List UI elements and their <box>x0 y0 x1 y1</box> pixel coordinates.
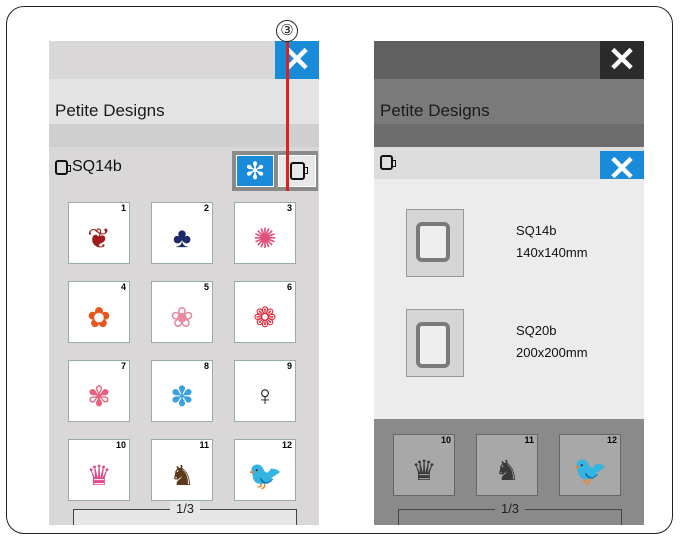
design-number: 8 <box>203 361 209 371</box>
design-icon: ♛ <box>86 459 112 491</box>
hoop-option-sq14b[interactable]: SQ14b 140x140mm <box>406 209 616 279</box>
separator-band <box>374 124 644 147</box>
design-icon: ✺ <box>253 222 277 254</box>
design-cell-1[interactable]: 1 ❦ <box>68 202 130 264</box>
design-number: 12 <box>281 440 292 450</box>
design-cell-10: 10 ♛ <box>393 434 455 496</box>
design-view-button[interactable]: ✻ <box>236 155 274 187</box>
design-number: 7 <box>120 361 126 371</box>
design-number: 6 <box>286 282 292 292</box>
design-cell-12[interactable]: 12 🐦 <box>234 439 296 501</box>
design-icon: ❁ <box>253 301 277 333</box>
design-number: 11 <box>524 435 534 445</box>
hoop-label: SQ14b <box>72 158 122 175</box>
close-button[interactable]: ✕ <box>275 41 319 79</box>
design-cell-3[interactable]: 3 ✺ <box>234 202 296 264</box>
design-number: 2 <box>203 203 209 213</box>
page-title: Petite Designs <box>380 101 490 120</box>
design-number: 10 <box>115 440 126 450</box>
design-icon: ✾ <box>87 380 111 412</box>
design-icon: 🐦 <box>247 459 283 491</box>
page-indicator: 1/3 <box>73 501 297 525</box>
design-cell-9[interactable]: 9 ♀ <box>234 360 296 422</box>
design-icon: ♞ <box>169 459 195 491</box>
close-icon: ✕ <box>607 41 637 79</box>
design-icon: ♀ <box>254 380 276 411</box>
callout-line <box>286 41 289 191</box>
design-icon: ♛ <box>411 454 437 486</box>
design-number: 11 <box>199 440 209 450</box>
design-icon: ❀ <box>170 301 194 333</box>
page-number: 1/3 <box>169 501 201 516</box>
hoop-name: SQ20b <box>516 323 557 338</box>
design-cell-11: 11 ♞ <box>476 434 538 496</box>
hoop-frame-icon <box>416 322 450 368</box>
hoop-icon <box>380 155 396 170</box>
design-icon: ♞ <box>494 454 520 486</box>
hoop-select-button[interactable] <box>278 155 316 187</box>
design-number: 12 <box>606 435 617 445</box>
page-indicator: 1/3 <box>398 501 622 525</box>
page-title: Petite Designs <box>55 101 165 120</box>
page-number: 1/3 <box>494 501 526 516</box>
design-cell-8[interactable]: 8 ✽ <box>151 360 213 422</box>
design-icon: ♣ <box>172 222 192 253</box>
design-cell-6[interactable]: 6 ❁ <box>234 281 296 343</box>
design-cell-7[interactable]: 7 ✾ <box>68 360 130 422</box>
design-number: 4 <box>120 282 126 292</box>
design-icon: ✿ <box>87 301 111 333</box>
close-button[interactable]: ✕ <box>600 41 644 79</box>
hoop-image <box>406 209 464 277</box>
separator-band <box>49 124 319 147</box>
left-screen: Petite Designs ✕ SQ14b ✻ 1 ❦ 2 ♣ 3 ✺ 4 ✿ 5 ❀ 6 ❁ 7 ✾ 8… <box>49 41 319 525</box>
design-cell-11[interactable]: 11 ♞ <box>151 439 213 501</box>
callout-number: ③ <box>276 20 298 42</box>
hoop-icon <box>55 159 71 175</box>
design-number: 5 <box>203 282 209 292</box>
design-number: 1 <box>120 203 126 213</box>
right-screen: Petite Designs ✕ ✕ SQ14b 140x140mm SQ20b 20… <box>374 41 644 525</box>
design-number: 3 <box>286 203 292 213</box>
hoop-image <box>406 309 464 377</box>
hoop-name: SQ14b <box>516 223 557 238</box>
design-cell-4[interactable]: 4 ✿ <box>68 281 130 343</box>
hoop-frame-icon <box>416 222 450 262</box>
flower-icon: ✻ <box>244 157 266 185</box>
design-cell-10[interactable]: 10 ♛ <box>68 439 130 501</box>
hoop-icon <box>289 162 308 180</box>
design-number: 10 <box>440 435 451 445</box>
design-cell-5[interactable]: 5 ❀ <box>151 281 213 343</box>
design-icon: ✽ <box>170 380 194 412</box>
hoop-indicator: SQ14b <box>55 158 122 176</box>
design-cell-12: 12 🐦 <box>559 434 621 496</box>
hoop-size: 200x200mm <box>516 345 588 360</box>
design-icon: ❦ <box>87 222 111 254</box>
design-icon: 🐦 <box>572 454 608 486</box>
design-number: 9 <box>286 361 292 371</box>
hoop-size: 140x140mm <box>516 245 588 260</box>
design-cell-2[interactable]: 2 ♣ <box>151 202 213 264</box>
hoop-option-sq20b[interactable]: SQ20b 200x200mm <box>406 309 616 379</box>
